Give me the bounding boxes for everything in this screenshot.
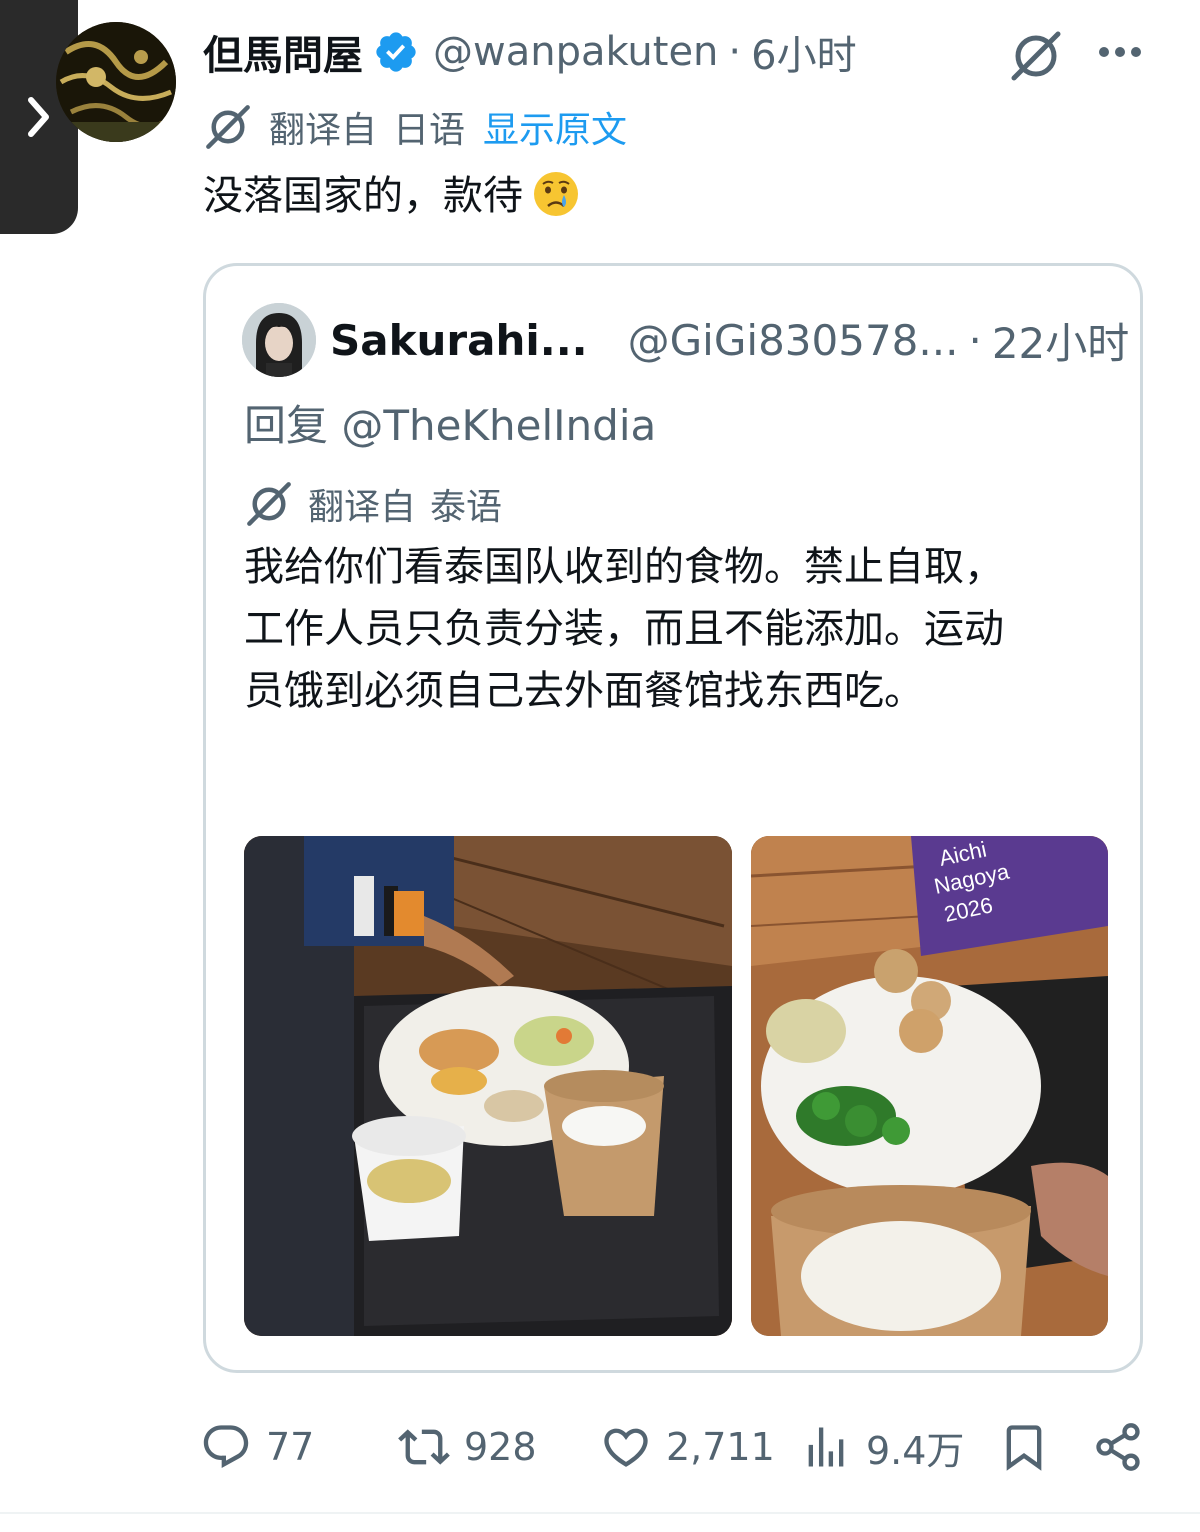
quoted-translated-from-label: 翻译自 — [308, 487, 417, 528]
quoted-author-handle[interactable]: @GiGi830578... — [628, 316, 959, 365]
tweet-action-bar: 77 928 2,711 9.4万 — [200, 1412, 1160, 1482]
views-icon — [808, 1427, 844, 1467]
retweet-icon — [398, 1429, 450, 1465]
separator-dot: · — [728, 29, 742, 75]
translate-icon — [247, 482, 291, 526]
reply-count: 77 — [266, 1425, 315, 1469]
divider — [0, 1512, 1200, 1514]
views-count: 9.4万 — [866, 1428, 965, 1473]
translate-icon — [206, 105, 250, 149]
bookmark-icon — [1006, 1425, 1042, 1471]
tweet-time[interactable]: 6小时 — [751, 23, 856, 81]
reply-to-mention[interactable]: @TheKhelIndia — [341, 401, 656, 450]
reply-context: 回复 @TheKhelIndia — [244, 392, 656, 453]
author-name[interactable]: 但馬問屋 — [203, 23, 363, 81]
translated-from-label: 翻译自 — [269, 110, 378, 151]
like-button[interactable]: 2,711 — [600, 1412, 775, 1482]
retweet-button[interactable]: 928 — [398, 1412, 537, 1482]
author-handle[interactable]: @wanpakuten — [433, 29, 718, 75]
translation-notice: 翻译自 日语 显示原文 — [203, 100, 627, 154]
retweet-count: 928 — [464, 1425, 537, 1469]
media-photo-2[interactable]: Aichi Nagoya 2026 — [751, 836, 1108, 1336]
reply-icon — [203, 1425, 249, 1469]
quoted-text-line: 我给你们看泰国队收到的食物。禁止自取， — [244, 544, 1004, 590]
quoted-separator-dot: · — [968, 315, 982, 365]
food-plate-photo-2: Aichi Nagoya 2026 — [751, 836, 1108, 1336]
quoted-text-line: 员饿到必须自己去外面餐馆找东西吃。 — [244, 668, 924, 714]
reply-prefix: 回复 — [244, 401, 329, 450]
like-count: 2,711 — [666, 1425, 775, 1469]
more-icon[interactable] — [1096, 32, 1144, 72]
quoted-text-line: 工作人员只负责分装，而且不能添加。运动 — [244, 606, 1004, 652]
tweet-text: 没落国家的，款待 — [203, 168, 581, 224]
quoted-translation-notice: 翻译自 泰语 — [244, 476, 502, 532]
quoted-tweet-text: 我给你们看泰国队收到的食物。禁止自取， 工作人员只负责分装，而且不能添加。运动 … — [244, 536, 1124, 722]
food-tray-photo-1 — [244, 836, 732, 1336]
bookmark-button[interactable] — [998, 1412, 1064, 1482]
grok-icon[interactable] — [1008, 28, 1064, 84]
quoted-tweet-card[interactable]: Sakurahi... @GiGi830578... · 22小时 回复 @Th… — [203, 263, 1143, 1373]
chevron-right-icon — [28, 97, 49, 137]
quoted-tweet-time: 22小时 — [991, 318, 1130, 368]
quoted-author-avatar[interactable] — [242, 303, 316, 377]
quoted-translated-from-language: 泰语 — [430, 487, 503, 528]
quoted-author-name[interactable]: Sakurahi... — [330, 316, 588, 365]
quoted-tweet-header: Sakurahi... @GiGi830578... · 22小时 — [330, 308, 1129, 372]
show-original-link[interactable]: 显示原文 — [483, 101, 627, 153]
reply-button[interactable]: 77 — [200, 1412, 314, 1482]
verified-badge-icon — [376, 32, 416, 72]
media-photo-1[interactable] — [244, 836, 732, 1336]
views-button[interactable]: 9.4万 — [800, 1412, 964, 1482]
author-avatar[interactable] — [56, 22, 176, 142]
avatar-image — [56, 22, 176, 142]
quoted-avatar-image — [242, 303, 316, 377]
crying-face-emoji-icon — [534, 172, 578, 216]
tweet-text-content: 没落国家的，款待 — [203, 173, 523, 219]
translated-from-language: 日语 — [393, 110, 466, 151]
share-button[interactable] — [1092, 1412, 1158, 1482]
share-icon — [1096, 1423, 1140, 1471]
heart-icon — [604, 1428, 648, 1467]
